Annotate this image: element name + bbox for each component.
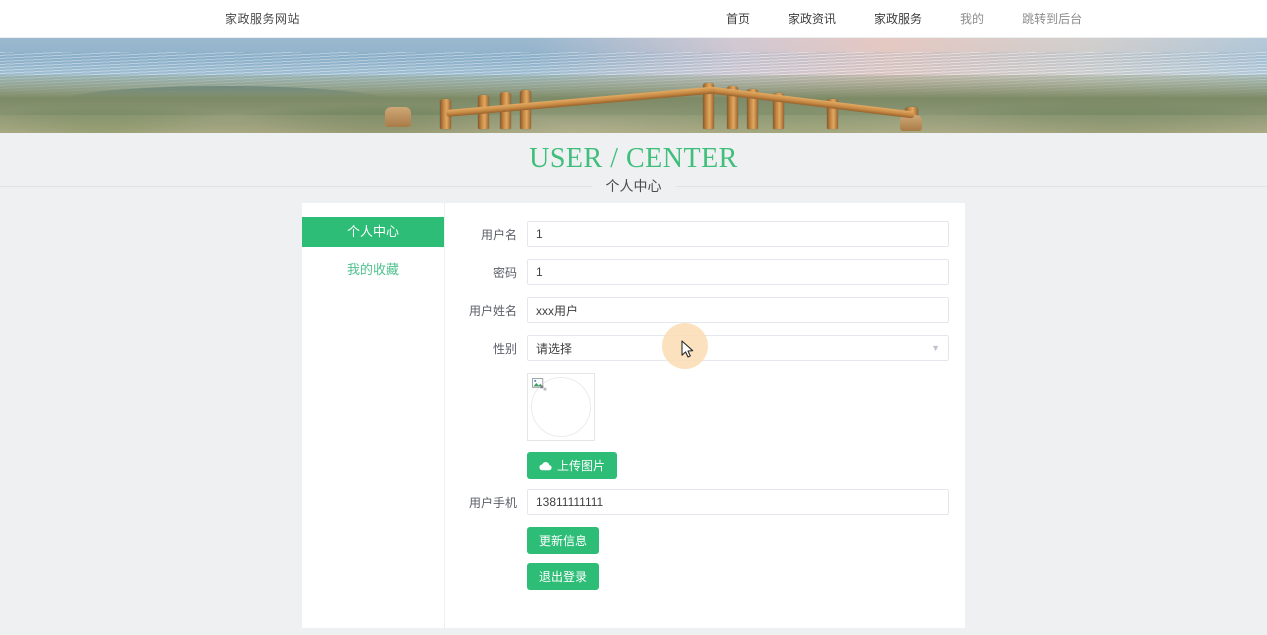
upload-image-button-label: 上传图片 [557,459,606,473]
avatar-upload-section: 上传图片 [445,373,949,479]
page-title-cn: 个人中心 [591,175,676,197]
cloud-upload-icon [539,461,552,471]
main-content-area: 个人中心 我的收藏 用户名 1 密码 1 用户姓名 xxx用户 性别 请选择 ▼… [0,191,1267,630]
avatar-upload-column: 上传图片 [527,373,949,479]
nav-item-admin[interactable]: 跳转到后台 [1022,10,1082,27]
form-row-username: 用户名 1 [445,221,949,247]
select-gender-placeholder: 请选择 [536,341,573,356]
logout-button[interactable]: 退出登录 [527,563,600,590]
user-center-card: 个人中心 我的收藏 用户名 1 密码 1 用户姓名 xxx用户 性别 请选择 ▼… [302,203,965,628]
label-phone: 用户手机 [468,495,517,510]
page-header: USER / CENTER 个人中心 [0,133,1267,197]
nav-item-home[interactable]: 首页 [726,10,750,27]
label-username: 用户名 [480,227,517,242]
user-center-sidebar: 个人中心 我的收藏 [302,203,445,628]
profile-form: 用户名 1 密码 1 用户姓名 xxx用户 性别 请选择 ▼ 上传图片 用户手机… [445,203,965,628]
logout-button-row: 退出登录 [445,563,949,590]
update-button-row: 更新信息 [445,527,949,554]
label-fullname: 用户姓名 [468,303,517,318]
update-info-button[interactable]: 更新信息 [527,527,600,554]
form-row-phone: 用户手机 13811111111 [445,489,949,515]
sidebar-item-my-favorites[interactable]: 我的收藏 [302,255,444,285]
nav-item-services[interactable]: 家政服务 [874,10,922,27]
input-phone[interactable]: 13811111111 [527,489,949,515]
upload-image-button[interactable]: 上传图片 [527,452,618,479]
label-gender: 性别 [492,341,517,356]
nav-item-news[interactable]: 家政资讯 [788,10,836,27]
form-label-spacer [445,563,527,590]
form-row-gender: 性别 请选择 ▼ [445,335,949,361]
nav-links: 首页 家政资讯 家政服务 我的 跳转到后台 [726,10,1082,27]
form-row-fullname: 用户姓名 xxx用户 [445,297,949,323]
sidebar-item-user-center[interactable]: 个人中心 [302,217,444,247]
page-root: 家政服务网站 首页 家政资讯 家政服务 我的 跳转到后台 USER / CENT… [0,0,1267,635]
input-fullname[interactable]: xxx用户 [527,297,949,323]
chevron-down-icon: ▼ [931,342,940,353]
select-gender[interactable]: 请选择 ▼ [527,335,949,361]
fence-stump [385,107,411,127]
site-brand-title[interactable]: 家政服务网站 [225,10,300,27]
form-label-spacer [445,527,527,554]
page-title-en: USER / CENTER [529,143,738,174]
broken-image-icon [532,378,547,391]
page-subtitle-row: 个人中心 [0,175,1267,199]
label-password: 密码 [492,265,517,280]
avatar-preview-box[interactable] [527,373,595,441]
banner-image [0,38,1267,133]
form-label-spacer [445,373,527,479]
banner-sand [0,115,1267,133]
input-password[interactable]: 1 [527,259,949,285]
top-navigation-bar: 家政服务网站 首页 家政资讯 家政服务 我的 跳转到后台 [0,0,1267,38]
nav-item-mine[interactable]: 我的 [960,10,984,27]
input-username[interactable]: 1 [527,221,949,247]
form-row-password: 密码 1 [445,259,949,285]
